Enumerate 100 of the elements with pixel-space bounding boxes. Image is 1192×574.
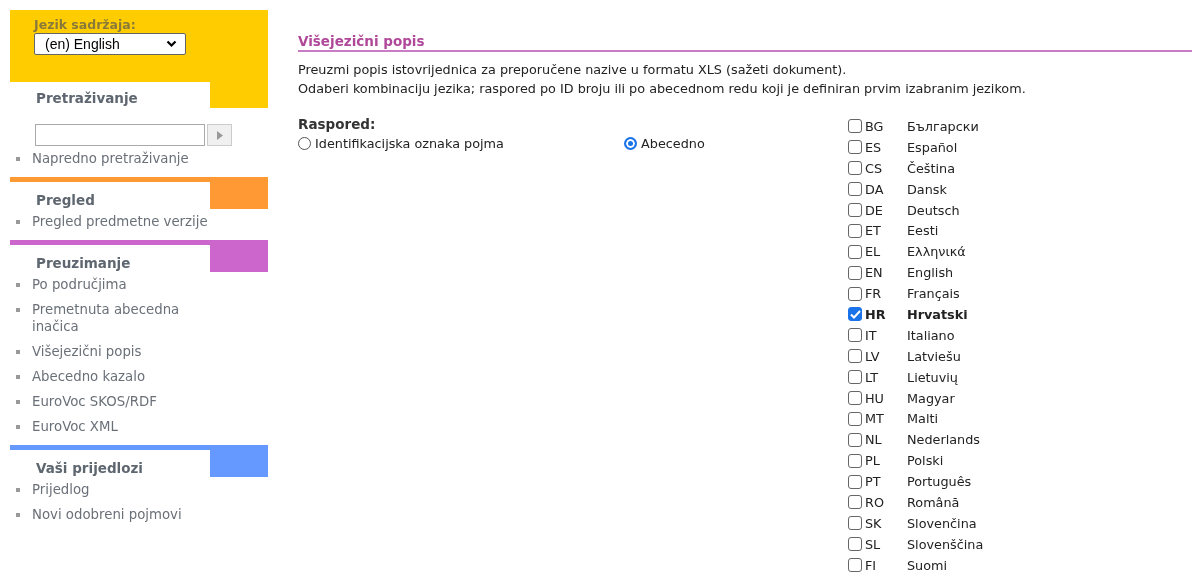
sidebar-link[interactable]: Novi odobreni pojmovi <box>32 506 182 523</box>
sidebar-link[interactable]: Po područjima <box>32 276 127 293</box>
language-name: Suomi <box>907 557 948 573</box>
language-name: Latviešu <box>907 348 961 364</box>
language-code: LT <box>864 369 880 385</box>
checkbox[interactable] <box>848 307 862 322</box>
sidebar-link[interactable]: EuroVoc SKOS/RDF <box>32 393 157 410</box>
language-name: Deutsch <box>907 202 960 218</box>
search-field[interactable] <box>35 124 205 146</box>
description-text: Odaberi kombinaciju jezika; raspored po ID broju ili po abecednom redu koji je definiran prvim izabranim jezikom. <box>298 80 1027 98</box>
language-code: PT <box>864 474 882 490</box>
language-name: English <box>907 265 954 281</box>
language-name: Español <box>907 139 958 155</box>
section-heading: Preuzimanje <box>35 254 131 272</box>
checkbox[interactable] <box>848 349 862 364</box>
language-name: Lietuvių <box>907 369 958 385</box>
language-code: RO <box>864 494 885 510</box>
language-code: MT <box>864 411 885 427</box>
sidebar-link[interactable]: Napredno pretraživanje <box>32 150 189 167</box>
language-code: FI <box>864 557 878 573</box>
language-code: HU <box>864 390 885 406</box>
language-name: Français <box>907 286 960 302</box>
language-code: PL <box>864 453 881 469</box>
bullet-icon <box>16 308 20 312</box>
bullet-icon <box>16 425 20 429</box>
order-label: Raspored: <box>298 116 376 132</box>
bullet-icon <box>16 488 20 492</box>
checkbox[interactable] <box>848 516 862 531</box>
language-name: Português <box>907 474 972 490</box>
language-name: Nederlands <box>907 432 980 448</box>
radio-option[interactable]: Abecedno <box>624 136 705 151</box>
language-name: Română <box>907 494 960 510</box>
checkbox[interactable] <box>848 453 862 468</box>
language-code: ES <box>864 139 883 155</box>
checkbox[interactable] <box>848 432 862 447</box>
sidebar-link[interactable]: Abecedno kazalo <box>32 368 145 385</box>
language-code: EN <box>864 265 884 281</box>
sidebar-link[interactable]: Premetnuta abecedna inačica <box>32 301 216 335</box>
section-heading: Vaši prijedlozi <box>35 459 143 477</box>
bullet-icon <box>16 400 20 404</box>
chevron-down-icon <box>166 40 177 48</box>
language-code: LV <box>864 348 881 364</box>
language-code: CS <box>864 160 884 176</box>
language-code: DA <box>864 181 885 197</box>
checkbox[interactable] <box>848 411 862 426</box>
checkbox[interactable] <box>848 244 862 259</box>
checkbox[interactable] <box>848 391 862 405</box>
bullet-icon <box>16 220 20 224</box>
language-name: Malti <box>907 411 938 427</box>
page-title: Višejezični popis <box>298 33 1192 52</box>
language-name: Ελληνικά <box>907 244 966 260</box>
language-name: Italiano <box>907 327 955 343</box>
language-code: ET <box>864 223 882 239</box>
language-name: Български <box>907 118 979 134</box>
bullet-icon <box>16 375 20 379</box>
description-text: Preuzmi popis istovrijednica za preporučene nazive u formatu XLS (sažeti dokument). <box>298 61 848 79</box>
language-name: Hrvatski <box>907 306 968 322</box>
language-code: SK <box>864 515 883 531</box>
bullet-icon <box>16 283 20 287</box>
language-code: DE <box>864 202 884 218</box>
checkbox[interactable] <box>848 265 862 280</box>
language-code: BG <box>864 118 885 134</box>
radio-option[interactable]: Identifikacijska oznaka pojma <box>298 136 624 151</box>
checkbox[interactable] <box>848 474 862 489</box>
sidebar-link[interactable]: Prijedlog <box>32 481 90 498</box>
language-name: Polski <box>907 453 944 469</box>
checkbox[interactable] <box>848 182 862 197</box>
sidebar-link[interactable]: Pregled predmetne verzije <box>32 213 208 230</box>
checkbox[interactable] <box>848 328 862 343</box>
checkbox[interactable] <box>848 558 862 573</box>
language-name: Čeština <box>907 160 955 176</box>
language-label: Jezik sadržaja: <box>34 17 137 32</box>
language-select[interactable]: (en) English <box>34 33 186 55</box>
checkbox[interactable] <box>848 537 862 552</box>
language-name: Magyar <box>907 390 955 406</box>
checkbox[interactable] <box>848 119 862 134</box>
bullet-icon <box>16 157 20 161</box>
checkbox[interactable] <box>848 161 862 176</box>
bullet-icon <box>16 350 20 354</box>
sidebar-link[interactable]: EuroVoc XML <box>32 418 118 435</box>
language-code: EL <box>864 244 882 260</box>
language-code: HR <box>864 306 887 322</box>
play-triangle-icon <box>216 130 223 140</box>
language-code: NL <box>864 432 883 448</box>
language-name: Slovenčina <box>907 515 977 531</box>
checkbox[interactable] <box>848 370 862 385</box>
checkbox[interactable] <box>848 140 862 155</box>
section-heading: Pregled <box>35 191 95 209</box>
language-name: Eesti <box>907 223 939 239</box>
checkbox[interactable] <box>848 495 862 510</box>
language-code: SL <box>864 536 882 552</box>
checkbox[interactable] <box>848 203 862 217</box>
checkbox[interactable] <box>848 223 862 238</box>
sidebar-link[interactable]: Višejezični popis <box>32 343 142 360</box>
language-name: Dansk <box>907 181 947 197</box>
section-heading: Pretraživanje <box>35 89 138 108</box>
language-code: FR <box>864 286 883 302</box>
language-code: IT <box>864 327 878 343</box>
checkbox[interactable] <box>848 286 862 301</box>
language-name: Slovenščina <box>907 536 984 552</box>
